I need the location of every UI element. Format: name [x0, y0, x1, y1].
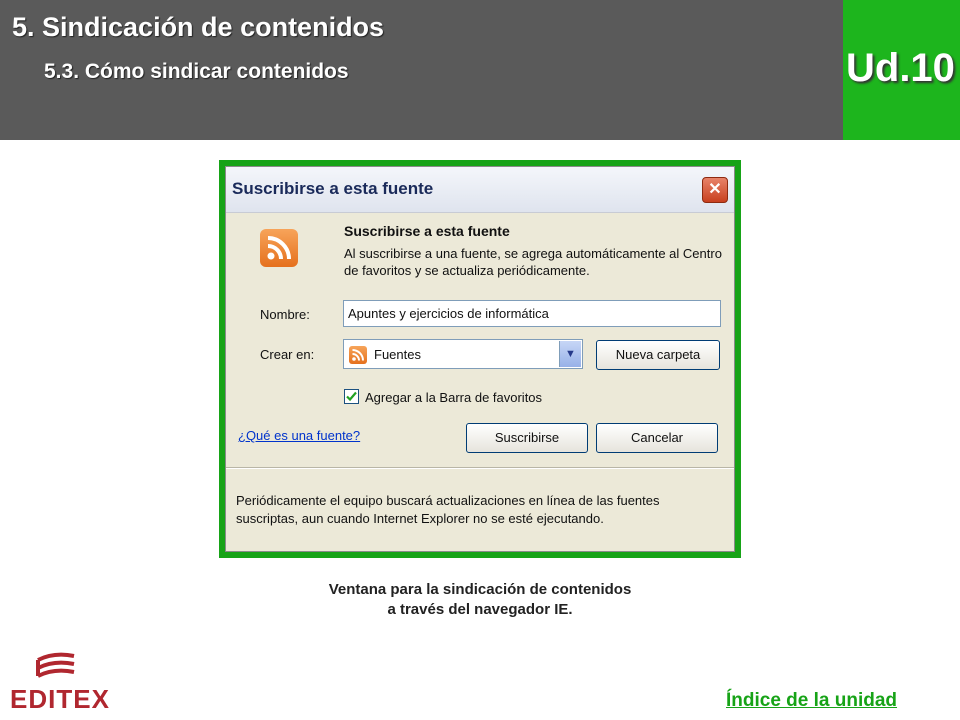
caption-line-2: a través del navegador IE.	[387, 601, 573, 618]
editex-logo: EDITEX	[10, 650, 109, 714]
caption-line-1: Ventana para la sindicación de contenido…	[328, 581, 632, 598]
unit-index-link[interactable]: Índice de la unidad	[726, 690, 897, 712]
slide-header: 5. Sindicación de contenidos 5.3. Cómo s…	[0, 0, 843, 140]
rss-feed-icon	[260, 229, 298, 267]
dialog-titlebar: Suscribirse a esta fuente ✕	[226, 167, 734, 213]
dialog-separator	[226, 467, 734, 469]
dialog-footer-note: Periódicamente el equipo buscará actuali…	[236, 493, 660, 526]
section-subtitle: 5.3. Cómo sindicar contenidos	[44, 60, 349, 83]
cancel-button[interactable]: Cancelar	[596, 423, 718, 453]
checkmark-icon	[346, 391, 357, 402]
dialog-title: Suscribirse a esta fuente	[232, 179, 434, 198]
folder-select-value: Fuentes	[374, 347, 421, 362]
section-title: 5. Sindicación de contenidos	[12, 12, 385, 42]
unit-label: Ud.10	[846, 46, 955, 90]
new-folder-button[interactable]: Nueva carpeta	[596, 340, 720, 370]
feed-name-input[interactable]	[343, 300, 721, 327]
subscribe-button[interactable]: Suscribirse	[466, 423, 588, 453]
rss-feed-icon	[349, 346, 367, 364]
close-icon[interactable]: ✕	[702, 177, 728, 203]
dialog-description: Al suscribirse a una fuente, se agrega a…	[344, 246, 722, 278]
editex-logo-text: EDITEX	[10, 684, 110, 714]
favorites-bar-label: Agregar a la Barra de favoritos	[365, 390, 543, 405]
chevron-down-icon[interactable]: ▼	[559, 341, 581, 367]
subscribe-dialog: Suscribirse a esta fuente ✕ Suscribirse …	[225, 166, 735, 552]
create-in-label: Crear en:	[260, 347, 315, 362]
unit-badge: Ud.10	[843, 0, 960, 140]
editex-logo-icon	[36, 652, 75, 678]
favorites-bar-checkbox[interactable]	[344, 389, 359, 404]
what-is-feed-link[interactable]: ¿Qué es una fuente?	[238, 428, 360, 443]
figure-caption: Ventana para la sindicación de contenido…	[0, 580, 960, 620]
folder-select[interactable]: Fuentes ▼	[343, 339, 583, 369]
screenshot-frame: Suscribirse a esta fuente ✕ Suscribirse …	[219, 160, 741, 558]
name-label: Nombre:	[260, 307, 310, 322]
dialog-heading: Suscribirse a esta fuente	[344, 223, 510, 239]
